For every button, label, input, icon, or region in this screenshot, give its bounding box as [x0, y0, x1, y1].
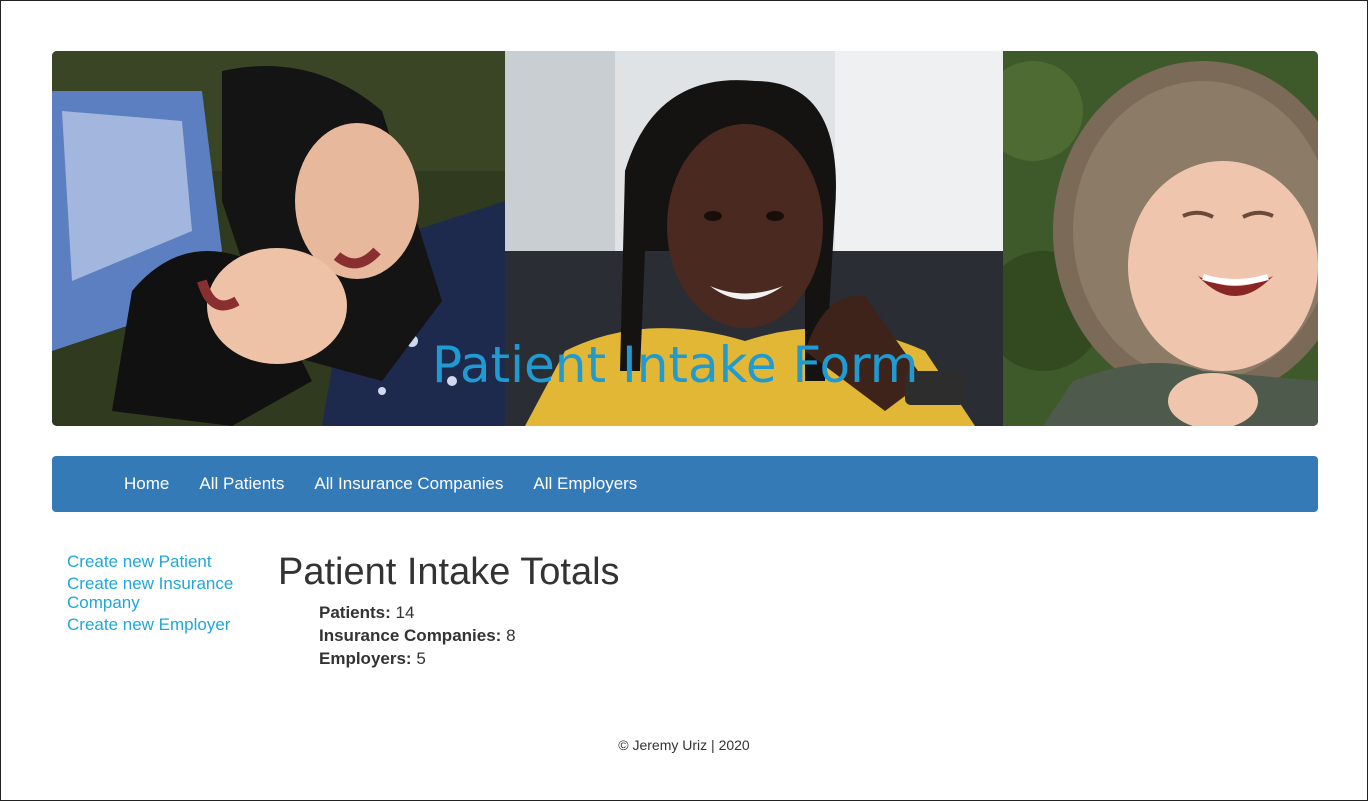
photo-child-laughing-fur-hood — [1003, 51, 1318, 426]
nav-link-all-insurance-companies[interactable]: All Insurance Companies — [299, 474, 518, 493]
main-navbar: Home All Patients All Insurance Companie… — [52, 456, 1318, 512]
banner-title: Patient Intake Form — [432, 336, 919, 394]
main-content: Patient Intake Totals Patients: 14 Insur… — [278, 549, 978, 670]
footer-copyright: © Jeremy Uriz | 2020 — [618, 737, 750, 753]
totals-item-patients: Patients: 14 — [319, 601, 978, 624]
totals-list: Patients: 14 Insurance Companies: 8 Empl… — [278, 601, 978, 670]
sidebar: Create new Patient Create new Insurance … — [67, 552, 257, 637]
totals-value: 5 — [416, 649, 426, 668]
header-banner: Patient Intake Form — [52, 51, 1318, 426]
page-title: Patient Intake Totals — [278, 551, 620, 593]
totals-label: Patients: — [319, 603, 391, 622]
nav-link-all-patients[interactable]: All Patients — [184, 474, 299, 493]
create-insurance-company-link[interactable]: Create new Insurance Company — [67, 574, 257, 612]
totals-value: 8 — [506, 626, 516, 645]
totals-label: Insurance Companies: — [319, 626, 502, 645]
create-patient-link[interactable]: Create new Patient — [67, 552, 257, 571]
totals-item-employers: Employers: 5 — [319, 647, 978, 670]
create-employer-link[interactable]: Create new Employer — [67, 615, 257, 634]
nav-link-all-employers[interactable]: All Employers — [518, 474, 652, 493]
nav-link-home[interactable]: Home — [109, 474, 184, 493]
totals-value: 14 — [395, 603, 415, 622]
nav-list: Home All Patients All Insurance Companie… — [52, 456, 652, 512]
totals-item-insurance-companies: Insurance Companies: 8 — [319, 624, 978, 647]
totals-label: Employers: — [319, 649, 412, 668]
